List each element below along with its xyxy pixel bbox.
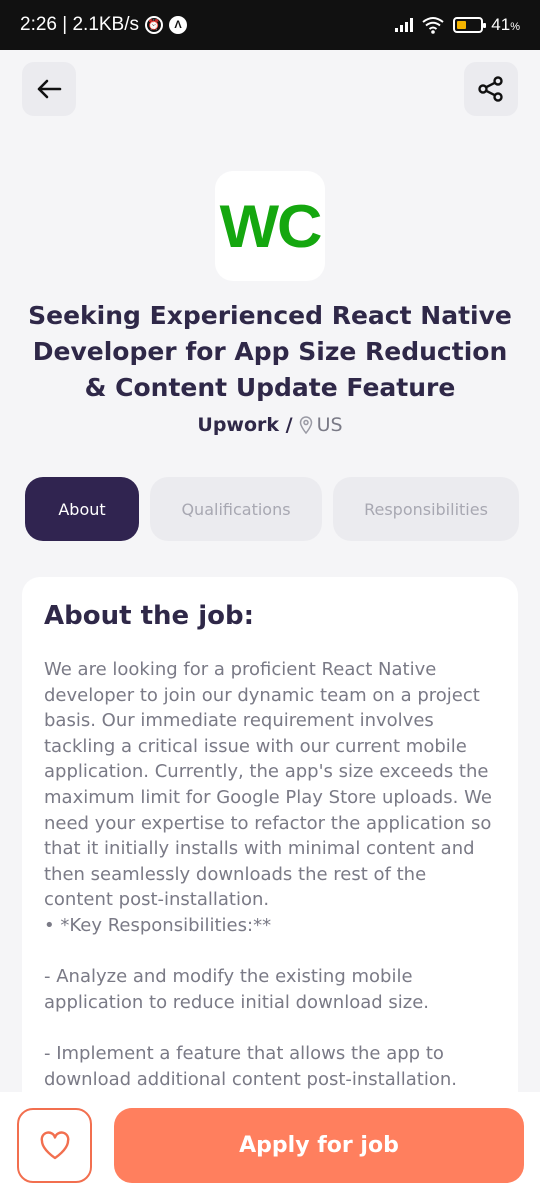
wifi-icon bbox=[422, 17, 444, 34]
heart-icon bbox=[40, 1130, 69, 1159]
tab-about[interactable]: About bbox=[25, 477, 139, 541]
app-a-icon: Λ bbox=[169, 16, 188, 34]
status-left: 2:26 | 2.1KB/s ⏰ Λ bbox=[20, 14, 188, 36]
about-card[interactable]: About the job: We are looking for a prof… bbox=[22, 577, 518, 1137]
status-time-speed: 2:26 | 2.1KB/s bbox=[20, 14, 140, 35]
share-icon bbox=[478, 76, 503, 102]
about-heading: About the job: bbox=[44, 601, 254, 631]
status-right: 41% bbox=[395, 15, 520, 35]
status-bar: 2:26 | 2.1KB/s ⏰ Λ 41% bbox=[0, 0, 540, 50]
company-logo-text: WC bbox=[219, 192, 323, 260]
location-pin-icon bbox=[299, 416, 312, 434]
responsibility-item: - Analyze and modify the existing mobile… bbox=[44, 966, 430, 1013]
responsibility-item: - Implement a feature that allows the ap… bbox=[44, 1042, 457, 1090]
tab-responsibilities[interactable]: Responsibilities bbox=[333, 477, 519, 541]
about-paragraph: We are looking for a proficient React Na… bbox=[44, 659, 492, 911]
company-name: Upwork / bbox=[197, 414, 293, 436]
apply-button[interactable]: Apply for job bbox=[114, 1108, 524, 1183]
back-button[interactable] bbox=[22, 62, 76, 116]
company-logo: WC bbox=[215, 171, 325, 281]
battery-icon bbox=[453, 17, 487, 33]
tab-qualifications[interactable]: Qualifications bbox=[150, 477, 322, 541]
location: US bbox=[299, 414, 343, 436]
favorite-button[interactable] bbox=[17, 1108, 92, 1183]
location-text: US bbox=[316, 414, 343, 436]
battery-level bbox=[457, 21, 467, 29]
battery-unit: % bbox=[510, 21, 520, 33]
about-body: We are looking for a proficient React Na… bbox=[44, 657, 496, 1092]
battery-percent: 41% bbox=[491, 15, 520, 35]
alarm-icon: ⏰ bbox=[145, 16, 164, 34]
arrow-left-icon bbox=[37, 79, 62, 99]
signal-icon bbox=[395, 18, 414, 32]
key-responsibilities-heading: • *Key Responsibilities:** bbox=[44, 914, 272, 936]
company-location-line: Upwork / US bbox=[0, 414, 540, 436]
battery-percent-value: 41 bbox=[491, 15, 511, 34]
job-title: Seeking Experienced React Native Develop… bbox=[28, 301, 512, 402]
share-button[interactable] bbox=[464, 62, 518, 116]
